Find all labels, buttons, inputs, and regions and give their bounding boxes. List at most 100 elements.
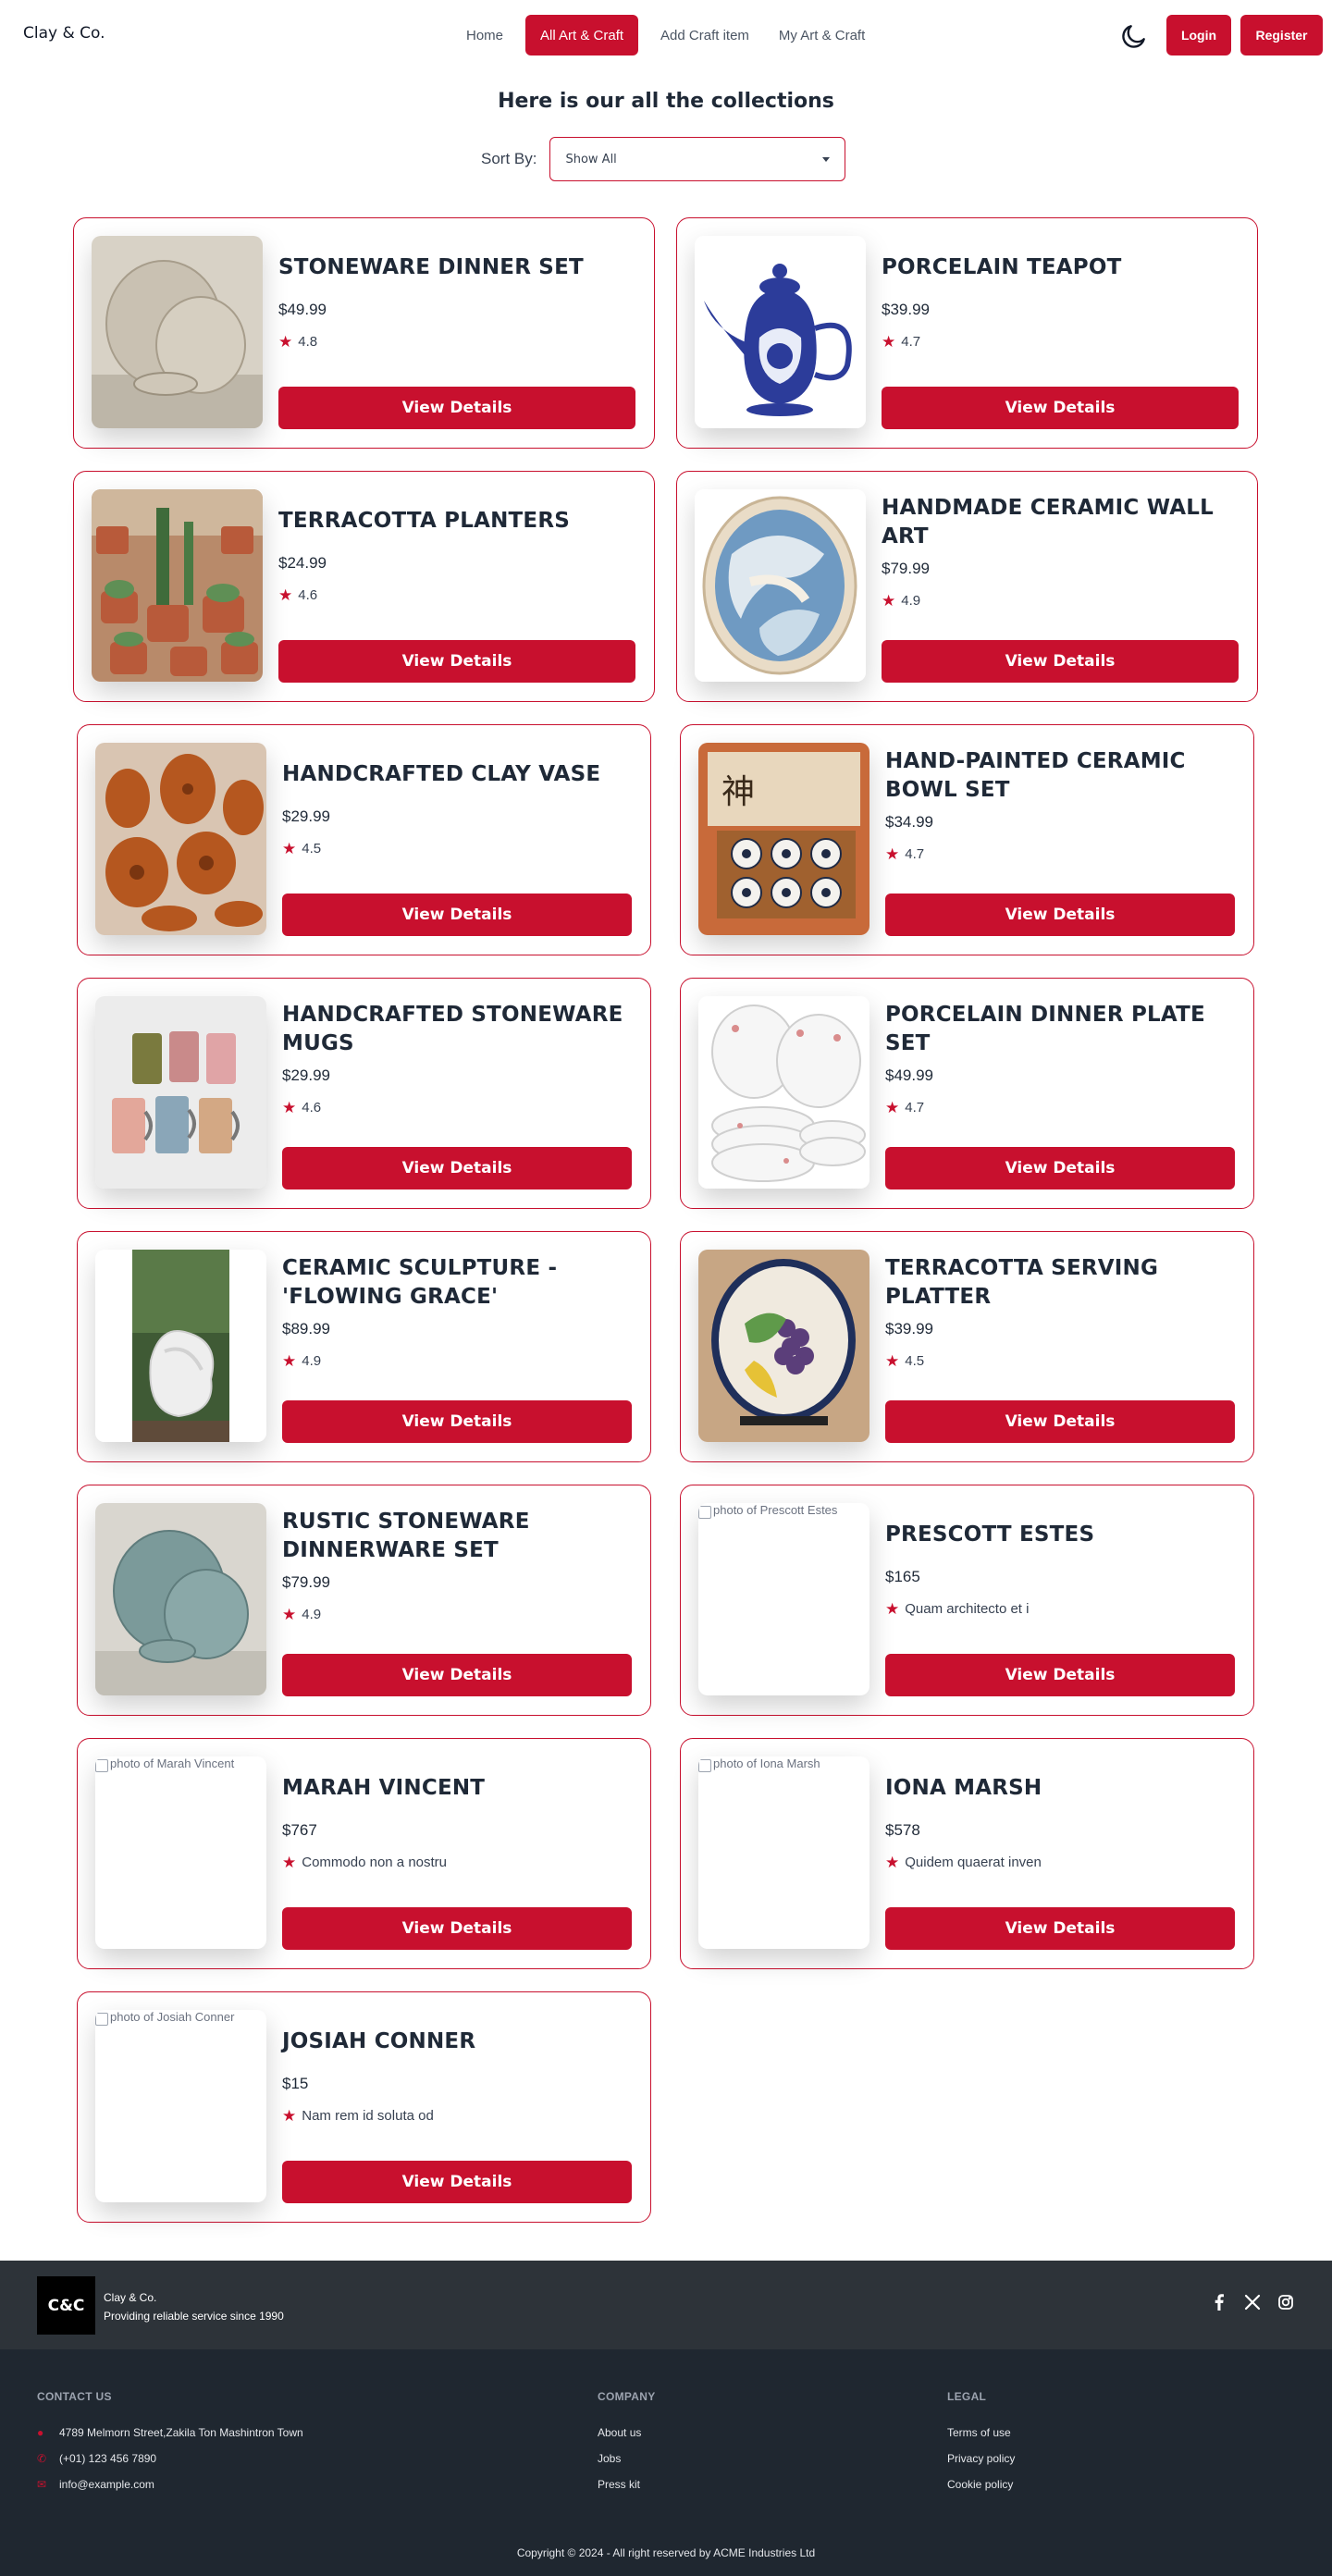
view-details-button[interactable]: View Details xyxy=(885,894,1235,936)
product-title: Porcelain Dinner Plate Set xyxy=(885,1003,1205,1055)
product-card: Rustic Stoneware Dinnerware Set $79.99 ★ 4.… xyxy=(77,1485,651,1716)
product-photo: photo of Iona Marsh xyxy=(698,1756,870,1949)
view-details-button[interactable]: View Details xyxy=(282,1147,632,1189)
footer-company-heading: COMPANY xyxy=(598,2390,656,2403)
product-price: $49.99 xyxy=(278,301,327,318)
product-rating: ★ 4.5 xyxy=(885,1353,924,1369)
copyright: Copyright © 2024 - All right reserved by… xyxy=(516,2546,816,2559)
theme-toggle[interactable] xyxy=(1117,19,1151,53)
rating-value: 4.9 xyxy=(302,1353,322,1369)
product-title: Porcelain Teapot xyxy=(882,255,1122,279)
instagram-icon[interactable] xyxy=(1276,2293,1295,2311)
footer-link-privacy[interactable]: Privacy policy xyxy=(947,2446,1015,2471)
footer-legal-heading: LEGAL xyxy=(947,2390,987,2403)
sort-selected-value: Show All xyxy=(565,152,617,166)
view-details-button[interactable]: View Details xyxy=(282,894,632,936)
footer-brand: Clay & Co. Providing reliable service si… xyxy=(104,2288,284,2325)
product-photo: photo of Josiah Conner xyxy=(95,2010,266,2202)
rating-value: 4.7 xyxy=(905,1100,925,1115)
broken-image-alt-text: photo of Marah Vincent xyxy=(95,1756,234,1772)
view-details-button[interactable]: View Details xyxy=(282,1400,632,1443)
product-rating: ★ Commodo non a nostru xyxy=(282,1855,447,1870)
product-image xyxy=(695,489,866,682)
login-button[interactable]: Login xyxy=(1166,15,1231,55)
footer-contact: CONTACT US ● 4789 Melmorn Street,Zakila T… xyxy=(37,2390,303,2497)
view-details-button[interactable]: View Details xyxy=(282,2161,632,2203)
view-details-button[interactable]: View Details xyxy=(278,387,635,429)
star-icon: ★ xyxy=(885,1600,900,1618)
rating-value: 4.5 xyxy=(905,1353,925,1369)
sort-label: Sort By: xyxy=(481,150,537,167)
view-details-button[interactable]: View Details xyxy=(882,387,1239,429)
view-details-button[interactable]: View Details xyxy=(282,1907,632,1950)
footer-link-jobs[interactable]: Jobs xyxy=(598,2446,656,2471)
footer-main: CONTACT US ● 4789 Melmorn Street,Zakila T… xyxy=(0,2349,1332,2576)
product-photo xyxy=(95,743,266,935)
footer-link-about[interactable]: About us xyxy=(598,2420,656,2446)
product-rating: ★ 4.7 xyxy=(885,1100,924,1115)
product-title: Terracotta Planters xyxy=(278,509,571,533)
footer-brand-name: Clay & Co. xyxy=(104,2291,157,2304)
moon-icon xyxy=(1122,25,1145,48)
view-details-button[interactable]: View Details xyxy=(882,640,1239,683)
product-price: $767 xyxy=(282,1821,317,1839)
footer-link-press[interactable]: Press kit xyxy=(598,2471,656,2497)
footer-phone[interactable]: ✆ (+01) 123 456 7890 xyxy=(37,2446,303,2471)
product-card: Handcrafted Stoneware Mugs $29.99 ★ 4.6 View… xyxy=(77,978,651,1209)
footer-link-cookie[interactable]: Cookie policy xyxy=(947,2471,1015,2497)
page-title: Here is our all the collections xyxy=(498,90,834,113)
product-title: Handmade Ceramic Wall Art xyxy=(882,496,1214,548)
chevron-down-icon xyxy=(822,156,831,162)
product-title: Rustic Stoneware Dinnerware Set xyxy=(282,1510,530,1562)
register-button[interactable]: Register xyxy=(1240,15,1323,55)
product-title: Marah Vincent xyxy=(282,1776,486,1800)
star-icon: ★ xyxy=(282,840,297,857)
product-card: photo of Marah Vincent Marah Vincent $767 ★… xyxy=(77,1738,651,1969)
view-details-button[interactable]: View Details xyxy=(282,1654,632,1696)
address-text: 4789 Melmorn Street,Zakila Ton Mashintro… xyxy=(59,2426,303,2439)
product-photo: 神 xyxy=(698,743,870,935)
product-price: $49.99 xyxy=(885,1066,933,1084)
location-pin-icon: ● xyxy=(37,2426,44,2439)
footer-link-terms[interactable]: Terms of use xyxy=(947,2420,1015,2446)
star-icon: ★ xyxy=(282,1352,297,1370)
view-details-button[interactable]: View Details xyxy=(885,1654,1235,1696)
product-rating: ★ 4.6 xyxy=(278,587,317,603)
product-image xyxy=(698,1250,870,1442)
nav-link-all-art-craft[interactable]: All Art & Craft xyxy=(525,15,639,55)
product-title: Hand-Painted Ceramic Bowl Set xyxy=(885,749,1186,802)
view-details-button[interactable]: View Details xyxy=(885,1907,1235,1950)
star-icon: ★ xyxy=(885,845,900,863)
view-details-button[interactable]: View Details xyxy=(885,1147,1235,1189)
product-price: $39.99 xyxy=(882,301,930,318)
product-image xyxy=(695,236,866,428)
product-photo: photo of Marah Vincent xyxy=(95,1756,266,1949)
rating-value: 4.9 xyxy=(302,1607,322,1622)
product-photo xyxy=(95,996,266,1189)
footer-contact-heading: CONTACT US xyxy=(37,2390,112,2403)
x-twitter-icon[interactable] xyxy=(1243,2293,1262,2311)
sort-select[interactable]: Show All xyxy=(549,137,846,181)
facebook-icon[interactable] xyxy=(1210,2293,1228,2311)
product-title: Prescott Estes xyxy=(885,1522,1095,1547)
footer-legal: LEGAL Terms of use Privacy policy Cookie… xyxy=(947,2390,1015,2497)
nav-link-my-art-craft[interactable]: My Art & Craft xyxy=(771,15,872,55)
star-icon: ★ xyxy=(282,1099,297,1116)
product-title: Ceramic Sculpture - 'Flowing Grace' xyxy=(282,1256,558,1309)
product-image xyxy=(95,996,266,1189)
view-details-button[interactable]: View Details xyxy=(885,1400,1235,1443)
star-icon: ★ xyxy=(885,1352,900,1370)
nav-link-add-craft-item[interactable]: Add Craft item xyxy=(653,15,757,55)
product-card: Handcrafted Clay Vase $29.99 ★ 4.5 View Deta… xyxy=(77,724,651,955)
product-rating: ★ 4.5 xyxy=(282,841,321,857)
product-card: Ceramic Sculpture - 'Flowing Grace' $89.9… xyxy=(77,1231,651,1462)
phone-icon: ✆ xyxy=(37,2452,47,2465)
nav-link-home[interactable]: Home xyxy=(459,15,511,55)
view-details-button[interactable]: View Details xyxy=(278,640,635,683)
navbar: Clay & Co. Home All Art & Craft Add Craf… xyxy=(0,0,1332,70)
brand-name[interactable]: Clay & Co. xyxy=(23,24,105,43)
product-rating: ★ 4.7 xyxy=(885,846,924,862)
star-icon: ★ xyxy=(882,592,896,610)
broken-image-alt-text: photo of Iona Marsh xyxy=(698,1756,820,1772)
footer-email[interactable]: ✉ info@example.com xyxy=(37,2471,303,2497)
